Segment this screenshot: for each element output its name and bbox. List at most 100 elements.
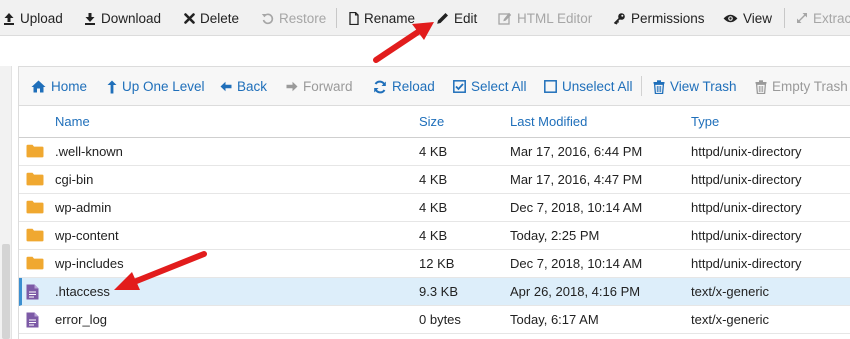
nav-divider <box>641 76 642 96</box>
file-size: 4 KB <box>419 200 448 215</box>
unselect-all-button[interactable]: Unselect All <box>544 67 633 106</box>
column-header-last-modified[interactable]: Last Modified <box>510 106 587 138</box>
delete-icon <box>184 12 195 24</box>
edit-button[interactable]: Edit <box>436 0 477 36</box>
file-size: 0 bytes <box>419 312 461 327</box>
forward-button[interactable]: Forward <box>286 67 353 106</box>
table-row[interactable]: cgi-bin 4 KB Mar 17, 2016, 4:47 PM httpd… <box>19 166 850 194</box>
file-name[interactable]: wp-content <box>55 222 119 250</box>
trash-icon <box>755 79 767 94</box>
back-arrow-icon <box>220 81 232 92</box>
table-row[interactable]: .well-known 4 KB Mar 17, 2016, 6:44 PM h… <box>19 138 850 166</box>
file-type: httpd/unix-directory <box>691 228 802 243</box>
select-all-button[interactable]: Select All <box>453 67 527 106</box>
file-name[interactable]: error_log <box>55 306 107 334</box>
file-modified: Today, 2:25 PM <box>510 228 600 243</box>
view-trash-button[interactable]: View Trash <box>653 67 737 106</box>
back-button[interactable]: Back <box>220 67 267 106</box>
download-button[interactable]: Download <box>84 0 161 36</box>
file-modified: Apr 26, 2018, 4:16 PM <box>510 284 641 299</box>
file-name[interactable]: cgi-bin <box>55 166 93 194</box>
html-editor-icon <box>498 12 512 25</box>
column-header-type[interactable]: Type <box>691 106 719 138</box>
extract-button[interactable]: Extrac <box>796 0 850 36</box>
file-size: 9.3 KB <box>419 284 459 299</box>
home-button[interactable]: Home <box>31 67 87 106</box>
file-type: httpd/unix-directory <box>691 256 802 271</box>
file-type: text/x-generic <box>691 312 770 327</box>
eye-icon <box>723 14 738 22</box>
file-modified: Mar 17, 2016, 6:44 PM <box>510 144 643 159</box>
view-button[interactable]: View <box>723 0 772 36</box>
restore-label: Restore <box>279 10 327 26</box>
empty-trash-label: Empty Trash <box>772 79 848 94</box>
permissions-button[interactable]: Permissions <box>613 0 705 36</box>
file-table: Name Size Last Modified Type .well-known… <box>18 106 850 339</box>
file-name[interactable]: .htaccess <box>55 278 110 306</box>
scrollbar-thumb[interactable] <box>2 244 10 339</box>
file-icon <box>26 312 39 328</box>
empty-box-icon <box>544 80 557 93</box>
file-modified: Dec 7, 2018, 10:14 AM <box>510 256 643 271</box>
file-type: text/x-generic <box>691 284 770 299</box>
back-label: Back <box>237 79 268 94</box>
file-modified: Mar 17, 2016, 4:47 PM <box>510 172 643 187</box>
reload-button[interactable]: Reload <box>373 67 435 106</box>
file-size: 12 KB <box>419 256 455 271</box>
delete-label: Delete <box>200 10 240 26</box>
rename-button[interactable]: Rename <box>349 0 415 36</box>
forward-arrow-icon <box>286 81 298 92</box>
table-row-selected[interactable]: .htaccess 9.3 KB Apr 26, 2018, 4:16 PM t… <box>19 278 850 306</box>
table-row[interactable]: error_log 0 bytes Today, 6:17 AM text/x-… <box>19 306 850 334</box>
empty-trash-button[interactable]: Empty Trash <box>755 67 848 106</box>
rename-icon <box>349 11 359 25</box>
table-row[interactable]: wp-includes 12 KB Dec 7, 2018, 10:14 AM … <box>19 250 850 278</box>
file-modified: Dec 7, 2018, 10:14 AM <box>510 200 643 215</box>
file-type: httpd/unix-directory <box>691 144 802 159</box>
table-row[interactable]: wp-content 4 KB Today, 2:25 PM httpd/uni… <box>19 222 850 250</box>
restore-icon <box>261 13 274 24</box>
pencil-icon <box>437 12 448 24</box>
view-label: View <box>743 10 773 26</box>
folder-icon <box>26 228 44 242</box>
download-label: Download <box>101 10 162 26</box>
view-trash-label: View Trash <box>670 79 737 94</box>
restore-button[interactable]: Restore <box>261 0 326 36</box>
download-icon <box>85 12 95 25</box>
upload-label: Upload <box>20 10 63 26</box>
toolbar-divider <box>336 8 337 28</box>
file-type: httpd/unix-directory <box>691 200 802 215</box>
file-size: 4 KB <box>419 144 448 159</box>
html-editor-label: HTML Editor <box>517 10 593 26</box>
key-icon <box>613 12 625 25</box>
expand-icon <box>797 13 807 23</box>
file-name[interactable]: .well-known <box>55 138 123 166</box>
left-scrollbar[interactable] <box>0 66 12 339</box>
folder-icon <box>26 256 44 270</box>
column-header-size[interactable]: Size <box>419 106 444 138</box>
folder-icon <box>26 200 44 214</box>
edit-label: Edit <box>454 10 478 26</box>
upload-icon <box>4 12 14 25</box>
up-one-level-button[interactable]: Up One Level <box>107 67 205 106</box>
file-name[interactable]: wp-includes <box>55 250 124 278</box>
file-name[interactable]: wp-admin <box>55 194 111 222</box>
file-type: httpd/unix-directory <box>691 172 802 187</box>
up-arrow-icon <box>107 80 117 93</box>
extract-label: Extrac <box>813 10 850 26</box>
delete-button[interactable]: Delete <box>184 0 239 36</box>
select-all-label: Select All <box>471 79 527 94</box>
file-manager-toolbar: Upload Download Delete Restore Rename Ed… <box>0 0 850 36</box>
forward-label: Forward <box>303 79 353 94</box>
toolbar-divider <box>784 8 785 28</box>
column-header-name[interactable]: Name <box>55 106 90 138</box>
table-row[interactable]: wp-admin 4 KB Dec 7, 2018, 10:14 AM http… <box>19 194 850 222</box>
permissions-label: Permissions <box>631 10 705 26</box>
html-editor-button[interactable]: HTML Editor <box>498 0 592 36</box>
folder-icon <box>26 172 44 186</box>
checked-box-icon <box>453 80 466 93</box>
upload-button[interactable]: Upload <box>3 0 63 36</box>
file-size: 4 KB <box>419 172 448 187</box>
rename-label: Rename <box>364 10 416 26</box>
file-size: 4 KB <box>419 228 448 243</box>
